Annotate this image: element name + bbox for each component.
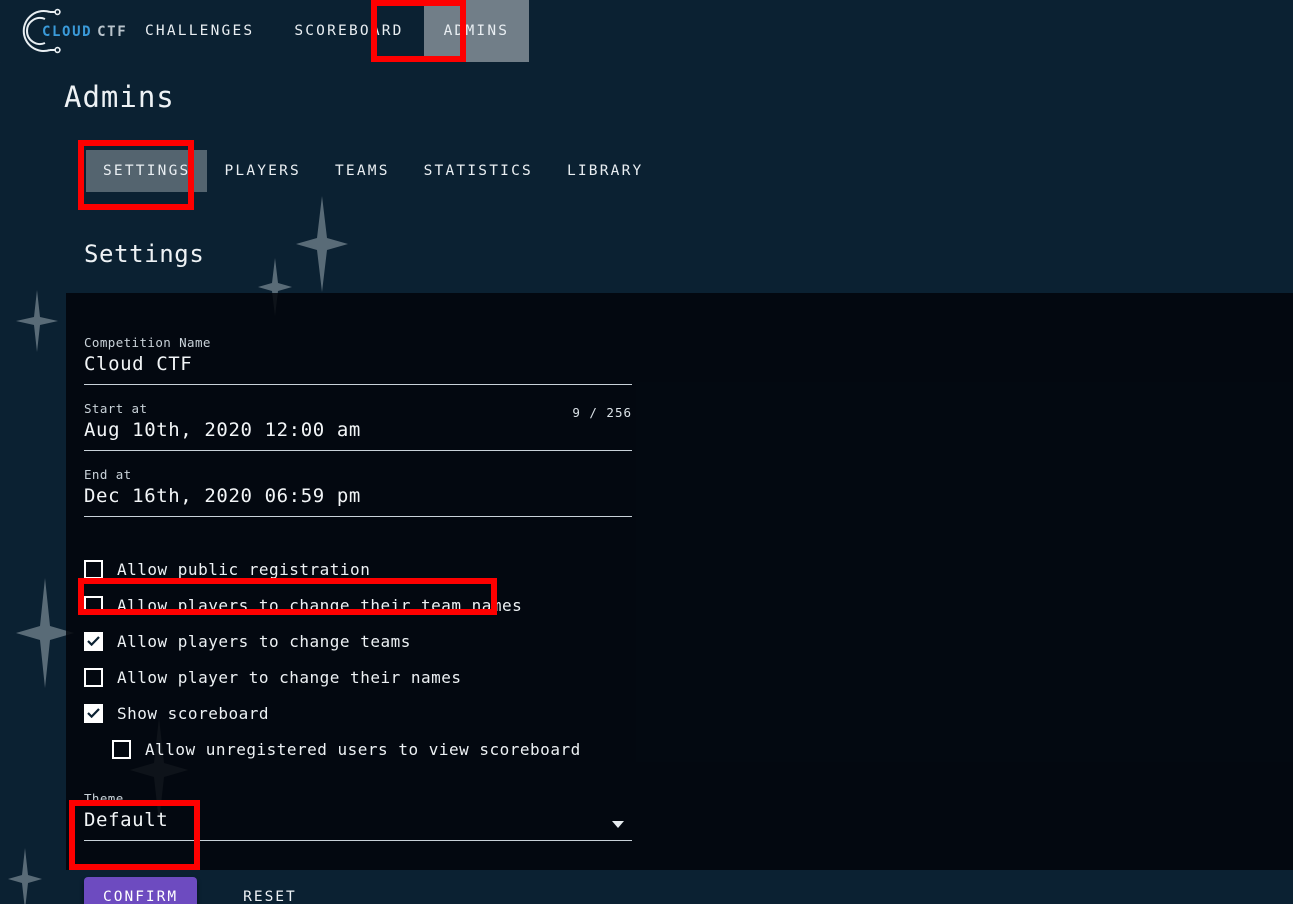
subtab-settings[interactable]: SETTINGS	[86, 150, 208, 192]
chevron-down-icon[interactable]	[612, 821, 624, 828]
page-title: Admins	[64, 80, 175, 114]
checkbox-row-allow-change-teams[interactable]: Allow players to change teams	[84, 623, 1293, 659]
character-counter: 9 / 256	[572, 405, 632, 420]
top-navbar: CLOUD CTF CHALLENGES SCOREBOARD ADMINS	[0, 0, 1293, 62]
competition-name-label: Competition Name	[84, 335, 211, 350]
competition-name-field: Competition Name Cloud CTF	[84, 319, 632, 385]
checkbox-row-allow-public-registration[interactable]: Allow public registration	[84, 551, 1293, 587]
start-at-input[interactable]: Aug 10th, 2020 12:00 am	[84, 419, 632, 451]
end-at-input[interactable]: Dec 16th, 2020 06:59 pm	[84, 485, 632, 517]
brand-logo[interactable]: CLOUD CTF	[10, 3, 126, 59]
subtab-statistics[interactable]: STATISTICS	[407, 150, 550, 192]
theme-label: Theme	[84, 791, 124, 806]
nav-link-challenges[interactable]: CHALLENGES	[125, 0, 274, 62]
checkbox-icon[interactable]	[84, 595, 103, 615]
section-title: Settings	[84, 240, 205, 268]
checkbox-icon[interactable]	[112, 739, 131, 759]
checkbox-label: Show scoreboard	[117, 703, 269, 723]
reset-button[interactable]: RESET	[231, 877, 309, 904]
checkbox-label: Allow players to change teams	[117, 631, 411, 651]
settings-card: Competition Name Cloud CTF 9 / 256 Start…	[66, 293, 1293, 904]
confirm-button[interactable]: CONFIRM	[84, 877, 198, 904]
theme-field: Theme Default	[84, 791, 632, 841]
brand-text: CLOUD CTF	[42, 24, 127, 40]
checkbox-icon[interactable]	[84, 667, 103, 687]
subtab-players[interactable]: PLAYERS	[207, 150, 318, 192]
settings-checkbox-group: Allow public registration Allow players …	[84, 551, 1293, 767]
checkbox-icon[interactable]	[84, 559, 103, 579]
nav-links: CHALLENGES SCOREBOARD ADMINS	[125, 0, 530, 62]
checkbox-icon[interactable]	[84, 631, 103, 651]
checkbox-row-show-scoreboard[interactable]: Show scoreboard	[84, 695, 1293, 731]
theme-select[interactable]: Default	[84, 809, 632, 841]
sparkle-icon	[296, 196, 348, 292]
checkbox-label: Allow player to change their names	[117, 667, 462, 687]
checkbox-row-allow-change-team-names[interactable]: Allow players to change their team names	[84, 587, 1293, 623]
app-root: CLOUD CTF CHALLENGES SCOREBOARD ADMINS Ad…	[0, 0, 1293, 904]
subtab-library[interactable]: LIBRARY	[550, 150, 661, 192]
start-at-field: 9 / 256 Start at Aug 10th, 2020 12:00 am	[84, 385, 632, 451]
admin-subtabs: SETTINGS PLAYERS TEAMS STATISTICS LIBRAR…	[86, 150, 660, 192]
brand-ctf-text: CTF	[97, 24, 128, 40]
competition-name-input[interactable]: Cloud CTF	[84, 353, 632, 385]
checkbox-label: Allow unregistered users to view scorebo…	[145, 739, 581, 759]
subtab-teams[interactable]: TEAMS	[318, 150, 407, 192]
checkbox-label: Allow players to change their team names	[117, 595, 523, 615]
end-at-label: End at	[84, 467, 132, 482]
sparkle-icon	[16, 290, 58, 352]
nav-link-admins[interactable]: ADMINS	[423, 0, 530, 62]
brand-cloud-text: CLOUD	[42, 24, 93, 40]
checkbox-row-unregistered-view-scoreboard[interactable]: Allow unregistered users to view scorebo…	[112, 731, 1293, 767]
end-at-field: End at Dec 16th, 2020 06:59 pm	[84, 451, 632, 517]
start-at-label: Start at	[84, 401, 148, 416]
checkbox-label: Allow public registration	[117, 559, 371, 579]
checkbox-icon[interactable]	[84, 703, 103, 723]
checkbox-row-allow-change-player-names[interactable]: Allow player to change their names	[84, 659, 1293, 695]
nav-link-scoreboard[interactable]: SCOREBOARD	[274, 0, 423, 62]
form-actions: CONFIRM RESET	[84, 877, 1293, 904]
sparkle-icon	[8, 848, 42, 904]
